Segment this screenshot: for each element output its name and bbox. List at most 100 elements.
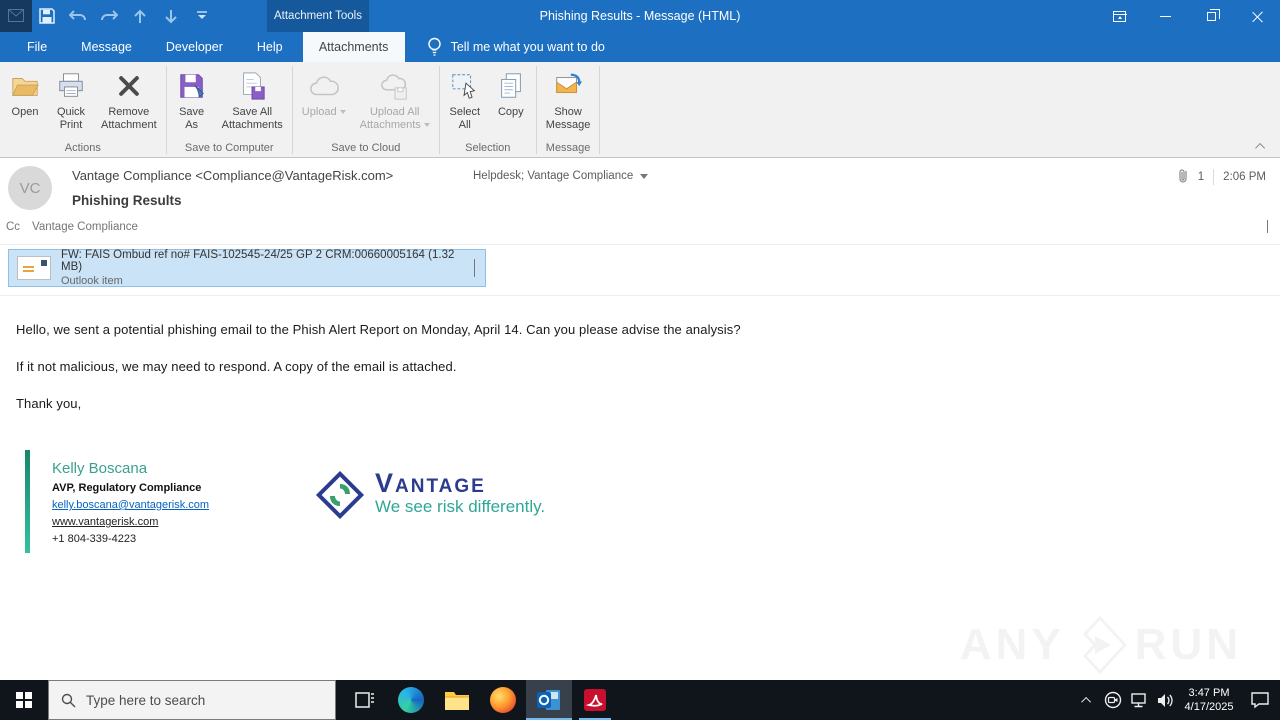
sender[interactable]: Vantage Compliance <Compliance@VantageRi… [72,168,393,183]
hidden-icons-button[interactable] [1074,680,1100,720]
body-paragraph: Thank you, [16,396,82,411]
printer-icon [55,70,87,102]
file-explorer-button[interactable] [434,680,480,720]
tell-me-box[interactable]: Tell me what you want to do [405,32,605,62]
taskbar-search[interactable]: Type here to search [48,680,336,720]
acrobat-button[interactable] [572,680,618,720]
search-placeholder: Type here to search [86,692,206,708]
collapse-ribbon-button[interactable] [1252,139,1270,153]
vantage-tagline: We see risk differently. [375,497,546,516]
close-icon [1252,11,1263,22]
anyrun-watermark: ANY RUN [960,614,1242,676]
cc-row: Cc Vantage Compliance [0,218,1280,240]
windows-logo-icon [16,692,32,708]
meet-now-button[interactable] [1100,680,1126,720]
cc-value[interactable]: Vantage Compliance [32,221,138,233]
save-as-button[interactable]: Save As [169,67,215,132]
action-center-icon [1251,692,1269,709]
minimize-button[interactable] [1142,0,1188,32]
taskbar-clock[interactable]: 3:47 PM 4/17/2025 [1178,686,1240,714]
network-button[interactable] [1126,680,1152,720]
tab-message[interactable]: Message [64,32,149,62]
tab-file[interactable]: File [10,32,64,62]
chevron-down-icon [1267,220,1268,233]
signature-accent-bar [25,450,30,553]
ribbon-group-save-to-computer: Save As Save All Attachments Save to Com… [167,62,292,157]
clock-time: 3:47 PM [1188,687,1230,699]
firefox-button[interactable] [480,680,526,720]
vantage-logo: Vantage We see risk differently. [315,470,545,525]
network-icon [1130,692,1146,707]
signature-website-link[interactable]: www.vantagerisk.com [52,516,209,528]
outlook-item-icon [17,256,51,280]
ribbon-tab-row: File Message Developer Help Attachments … [0,32,1280,62]
next-item-icon[interactable] [160,5,182,27]
select-all-icon [449,70,481,102]
show-message-icon [552,70,584,102]
previous-item-icon[interactable] [129,5,151,27]
volume-icon [1157,693,1173,707]
header-meta: 1 2:06 PM [1177,168,1266,185]
show-message-button[interactable]: Show Message [539,67,598,132]
group-label-actions: Actions [64,142,101,154]
customize-qat-icon[interactable] [191,5,213,27]
ribbon-group-actions: Open Quick Print Remove Attachment Actio… [0,62,166,157]
volume-button[interactable] [1152,680,1178,720]
save-icon[interactable] [36,5,58,27]
copy-button[interactable]: Copy [488,67,534,119]
ribbon-display-options-button[interactable] [1096,0,1142,32]
signature-email-link[interactable]: kelly.boscana@vantagerisk.com [52,499,209,511]
tab-developer[interactable]: Developer [149,32,240,62]
message-body: Hello, we sent a potential phishing emai… [16,322,1116,433]
recipients[interactable]: Helpdesk; Vantage Compliance [473,170,649,182]
action-center-button[interactable] [1240,680,1280,720]
system-tray: 3:47 PM 4/17/2025 [1074,680,1280,720]
vantage-wordmark: Vantage [375,468,486,498]
cc-label: Cc [6,221,21,233]
outlook-message-window: Phishing Results - Message (HTML) Attach… [0,0,1280,720]
close-button[interactable] [1234,0,1280,32]
taskbar-apps [342,680,618,720]
remove-attachment-button[interactable]: Remove Attachment [94,67,164,132]
recipients-text: Helpdesk; Vantage Compliance [473,170,634,182]
redo-icon[interactable] [98,5,120,27]
edge-button[interactable] [388,680,434,720]
quick-print-button[interactable]: Quick Print [48,67,94,132]
restore-icon [1206,8,1220,21]
anyrun-play-icon [1082,615,1127,675]
avatar[interactable]: VC [8,166,52,210]
ribbon-group-save-to-cloud: Upload Upload All Attachments Save to Cl… [293,62,439,157]
group-label-save-to-computer: Save to Computer [184,142,274,154]
undo-icon[interactable] [67,5,89,27]
outlook-button[interactable] [526,680,572,720]
signature-name: Kelly Boscana [52,460,148,477]
received-time: 2:06 PM [1223,170,1266,183]
save-all-attachments-button[interactable]: Save All Attachments [215,67,290,132]
ribbon: Open Quick Print Remove Attachment Actio… [0,62,1280,158]
attachment-dropdown-button[interactable] [474,259,475,277]
restore-button[interactable] [1188,0,1234,32]
select-all-button[interactable]: Select All [442,67,488,132]
envelope-icon [8,9,24,22]
expand-header-button[interactable] [1267,220,1268,233]
attachment-item[interactable]: FW: FAIS Ombud ref no# FAIS-102545-24/25… [8,249,486,287]
attachment-name: FW: FAIS Ombud ref no# FAIS-102545-24/25… [61,249,455,273]
save-as-icon [176,70,208,102]
attachment-count: 1 [1197,170,1205,183]
ribbon-group-message: Show Message Message [537,62,600,157]
tab-attachments[interactable]: Attachments [302,32,405,62]
lightbulb-icon [427,37,441,56]
upload-cloud-icon [308,70,340,102]
start-button[interactable] [0,680,48,720]
app-icon[interactable] [0,0,32,32]
open-button[interactable]: Open [2,67,48,119]
task-view-button[interactable] [342,680,388,720]
clock-date: 4/17/2025 [1184,701,1234,713]
remove-x-icon [113,70,145,102]
attachment-kind: Outlook item [61,275,123,287]
tab-help[interactable]: Help [240,32,300,62]
subject: Phishing Results [72,193,182,208]
attachment-strip: FW: FAIS Ombud ref no# FAIS-102545-24/25… [0,244,1280,296]
upload-all-cloud-icon [379,70,411,102]
meet-now-icon [1104,691,1122,709]
